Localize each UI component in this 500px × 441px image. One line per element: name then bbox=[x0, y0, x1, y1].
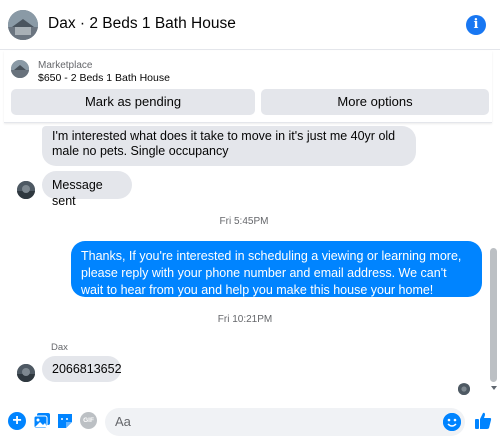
sticker-icon[interactable] bbox=[56, 412, 74, 430]
message-composer: + GIF Aa bbox=[0, 402, 500, 441]
message-bubble-outgoing[interactable]: Thanks, If you're interested in scheduli… bbox=[71, 241, 482, 297]
message-bubble[interactable]: I'm interested what does it take to move… bbox=[42, 126, 416, 166]
contact-avatar[interactable] bbox=[17, 181, 35, 199]
message-input[interactable]: Aa bbox=[105, 408, 465, 436]
sender-name: Dax bbox=[51, 342, 68, 353]
scrollbar-thumb[interactable] bbox=[490, 248, 497, 382]
message-input-placeholder: Aa bbox=[115, 414, 131, 429]
timestamp: Fri 10:21PM bbox=[217, 314, 273, 325]
listing-small-thumbnail[interactable] bbox=[11, 60, 29, 78]
info-icon[interactable]: i bbox=[466, 15, 486, 35]
plus-icon[interactable]: + bbox=[8, 412, 26, 430]
mark-as-pending-button[interactable]: Mark as pending bbox=[11, 89, 255, 115]
chat-title[interactable]: Dax · 2 Beds 1 Bath House bbox=[48, 15, 236, 33]
photo-icon[interactable] bbox=[33, 412, 51, 430]
listing-thumbnail[interactable] bbox=[8, 10, 38, 40]
chat-header: Dax · 2 Beds 1 Bath House i bbox=[0, 0, 500, 50]
contact-avatar[interactable] bbox=[17, 364, 35, 382]
like-icon[interactable] bbox=[474, 411, 492, 431]
seen-avatar bbox=[458, 383, 470, 395]
gif-icon[interactable]: GIF bbox=[80, 412, 97, 429]
timestamp: Fri 5:45PM bbox=[219, 216, 269, 227]
listing-summary[interactable]: $650 - 2 Beds 1 Bath House bbox=[38, 72, 170, 84]
scroll-down-icon[interactable] bbox=[491, 386, 497, 390]
more-options-button[interactable]: More options bbox=[261, 89, 489, 115]
marketplace-panel: Marketplace $650 - 2 Beds 1 Bath House M… bbox=[4, 51, 492, 123]
emoji-icon[interactable] bbox=[443, 413, 461, 431]
message-bubble[interactable]: 2066813652 bbox=[42, 356, 122, 382]
marketplace-label: Marketplace bbox=[38, 60, 93, 71]
message-bubble[interactable]: Message sent bbox=[42, 171, 132, 208]
